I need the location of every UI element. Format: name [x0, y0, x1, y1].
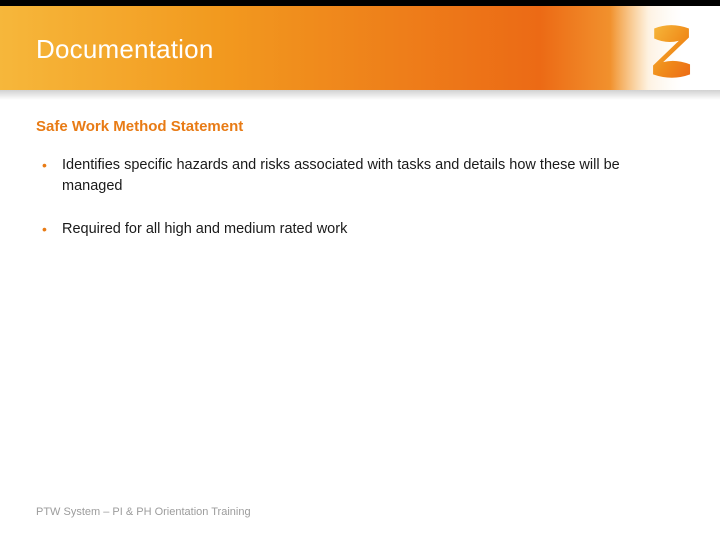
subheading: Safe Work Method Statement [36, 118, 684, 135]
footer-text: PTW System – PI & PH Orientation Trainin… [36, 506, 251, 518]
bullet-list: Identifies specific hazards and risks as… [36, 155, 684, 240]
list-item: Identifies specific hazards and risks as… [36, 155, 684, 197]
list-item: Required for all high and medium rated w… [36, 219, 684, 240]
content-area: Safe Work Method Statement Identifies sp… [36, 118, 684, 262]
header-shadow [0, 90, 720, 100]
brand-logo [636, 10, 706, 94]
z-logo-icon [643, 17, 699, 87]
slide-title: Documentation [36, 34, 213, 65]
